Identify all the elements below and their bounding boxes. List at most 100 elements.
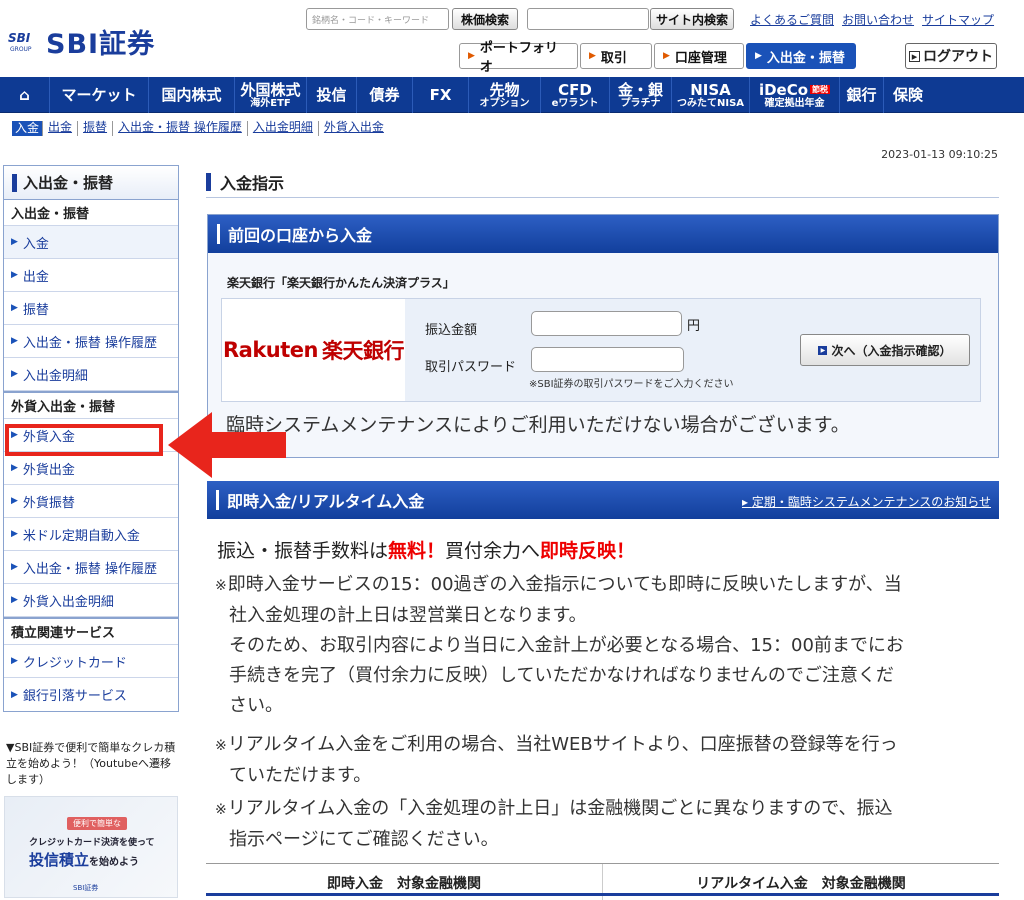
sbi-logo[interactable]: SBI GROUP SBI証券 (8, 22, 155, 61)
subnav-statement[interactable]: 入出金明細 (246, 121, 318, 136)
nav-label: 銀行 (846, 86, 877, 104)
amount-label: 振込金額 (425, 323, 478, 338)
nav-funds[interactable]: 投信 (307, 77, 357, 113)
rakuten-bank-logo: Rakuten 楽天銀行 (222, 299, 405, 401)
sidebar-item-label: 振替 (22, 302, 49, 318)
panel1-title: 前回の口座から入金 (208, 215, 998, 253)
triangle-icon: ▶ (11, 496, 18, 506)
sidebar-item-label: 外貨出金 (22, 462, 75, 478)
nav-label: マーケット (61, 86, 137, 104)
banner-line2: 投信積立を始めよう (29, 849, 139, 870)
sidebar-item-statement[interactable]: ▶ 入出金明細 (4, 358, 178, 391)
nav-bank[interactable]: 銀行 (840, 77, 884, 113)
form-area: 振込金額 円 取引パスワード ※SBI証券の取引パスワードをご入力ください ▶ 次… (405, 299, 980, 401)
password-label: 取引パスワード (425, 360, 517, 375)
sidebar-item-bank-debit[interactable]: ▶ 銀行引落サービス (4, 678, 178, 711)
nav-futures[interactable]: 先物 オプション (469, 77, 541, 113)
triangle-icon: ▶ (11, 562, 18, 572)
subnav-history[interactable]: 入出金・振替 操作履歴 (112, 121, 247, 136)
nav-cfd[interactable]: CFD eワラント (541, 77, 610, 113)
stock-search-button[interactable]: 株価検索 (452, 8, 518, 30)
nav-home[interactable]: ⌂ (0, 77, 50, 113)
logout-button[interactable]: ▸ ログアウト (905, 43, 997, 69)
sidebar-item-fx-transfer[interactable]: ▶ 外貨振替 (4, 485, 178, 518)
note-line: さい。 (229, 695, 283, 716)
logo-group-text: SBI (8, 30, 31, 45)
portfolio-button[interactable]: ▶ ポートフォリオ (459, 41, 578, 75)
subnav-transfer[interactable]: 振替 (77, 121, 112, 136)
nav-bonds[interactable]: 債券 (357, 77, 413, 113)
top-links: よくあるご質問 お問い合わせ サイトマップ (750, 11, 994, 28)
account-button[interactable]: ▶ 口座管理 (654, 43, 744, 69)
nav-fx[interactable]: FX (413, 77, 469, 113)
site-search-button[interactable]: サイト内検索 (650, 8, 734, 30)
next-button[interactable]: ▶ 次へ（入金指示確認） (800, 334, 970, 366)
bank-form: Rakuten 楽天銀行 振込金額 円 取引パスワード ※SBI証券の取引パスワー… (221, 298, 981, 402)
password-note: ※SBI証券の取引パスワードをご入力ください (529, 379, 734, 390)
note-line: ていただけます。 (229, 765, 372, 786)
pointer-arrow-icon (168, 412, 286, 478)
contact-link[interactable]: お問い合わせ (842, 11, 914, 28)
sidebar-item-label: 米ドル定期自動入金 (22, 528, 140, 544)
maintenance-link[interactable]: ▸ 定期・臨時システムメンテナンスのお知らせ (742, 493, 991, 510)
nav-label: 金・銀 (617, 80, 663, 99)
amount-unit: 円 (687, 319, 701, 334)
sidebar-item-credit-card[interactable]: ▶ クレジットカード (4, 645, 178, 678)
site-search-input[interactable] (527, 8, 649, 30)
nav-foreign-stock[interactable]: 外国株式 海外ETF (235, 77, 307, 113)
sidebar-item-deposit[interactable]: ▶ 入金 (4, 226, 178, 259)
sidebar-item-usd-auto[interactable]: ▶ 米ドル定期自動入金 (4, 518, 178, 551)
sidebar-item-fx-withdraw[interactable]: ▶ 外貨出金 (4, 452, 178, 485)
nav-label: 債券 (369, 86, 400, 104)
sitemap-link[interactable]: サイトマップ (922, 11, 994, 28)
nav-sublabel: eワラント (551, 97, 599, 109)
promo-banner[interactable]: 便利で簡単な クレジットカード決済を使って 投信積立を始めよう SBI証券 (4, 796, 178, 898)
sidebar-section-deposit: 入出金・振替 (4, 200, 178, 226)
page-title: 入金指示 (206, 166, 999, 198)
banner-emph: 投信積立 (29, 851, 90, 869)
sidebar-item-label: 入金 (22, 236, 49, 252)
amount-input[interactable] (531, 311, 682, 336)
note-line: そのため、お取引内容により当日に入金計上が必要となる場合、15：00前までにお (229, 635, 904, 656)
fee-c: 買付余力へ (445, 540, 541, 562)
arrow-icon: ▶ (818, 345, 828, 355)
password-input[interactable] (531, 347, 684, 372)
triangle-icon: ▶ (468, 51, 475, 61)
stock-search-input[interactable]: 銘柄名・コード・キーワード (306, 8, 449, 30)
triangle-icon: ▶ (11, 529, 18, 539)
nav-ideco[interactable]: iDeCo 節税 確定拠出年金 (750, 77, 840, 113)
note-mark: ※ (215, 578, 227, 594)
panel2-title: 即時入金/リアルタイム入金 ▸ 定期・臨時システムメンテナンスのお知らせ (207, 481, 999, 519)
nav-nisa[interactable]: NISA つみたてNISA (672, 77, 750, 113)
triangle-icon: ▶ (589, 51, 596, 61)
home-icon: ⌂ (19, 86, 30, 104)
triangle-icon: ▶ (11, 689, 18, 700)
sidebar-item-fx-statement[interactable]: ▶ 外貨入出金明細 (4, 584, 178, 617)
ideco-label: iDeCo (758, 80, 809, 99)
banner-badge: 便利で簡単な (67, 817, 127, 830)
faq-link[interactable]: よくあるご質問 (750, 11, 834, 28)
trade-label: 取引 (600, 50, 627, 66)
note-2: ※リアルタイム入金をご利用の場合、当社WEBサイトより、口座振替の登録等を行っ … (215, 730, 990, 791)
subnav-deposit[interactable]: 入金 (12, 121, 43, 136)
sidebar-item-history[interactable]: ▶ 入出金・振替 操作履歴 (4, 325, 178, 358)
subnav-fx-deposit[interactable]: 外貨入出金 (317, 121, 389, 136)
nav-gold[interactable]: 金・銀 プラチナ (610, 77, 672, 113)
next-label: 次へ（入金指示確認） (831, 343, 952, 358)
deposit-transfer-button[interactable]: ▶ 入出金・振替 (746, 43, 856, 69)
logo-text: SBI証券 (46, 29, 156, 60)
sub-nav: 入金 出金 振替 入出金・振替 操作履歴 入出金明細 外貨入出金 (12, 121, 389, 136)
sidebar-item-transfer[interactable]: ▶ 振替 (4, 292, 178, 325)
nav-domestic-stock[interactable]: 国内株式 (149, 77, 235, 113)
sidebar-item-fx-history[interactable]: ▶ 入出金・振替 操作履歴 (4, 551, 178, 584)
nav-label: FX (429, 86, 452, 104)
note-line: 手続きを完了（買付余力に反映）していただかなければなりませんのでご注意くだ (229, 665, 894, 686)
subnav-withdraw[interactable]: 出金 (42, 121, 77, 136)
trade-button[interactable]: ▶ 取引 (580, 43, 652, 69)
nav-label: 国内株式 (161, 86, 222, 104)
deposit-transfer-label: 入出金・振替 (766, 50, 845, 66)
nav-insurance[interactable]: 保険 (884, 77, 932, 113)
sidebar-item-withdraw[interactable]: ▶ 出金 (4, 259, 178, 292)
account-label: 口座管理 (674, 50, 727, 66)
nav-market[interactable]: マーケット (50, 77, 149, 113)
